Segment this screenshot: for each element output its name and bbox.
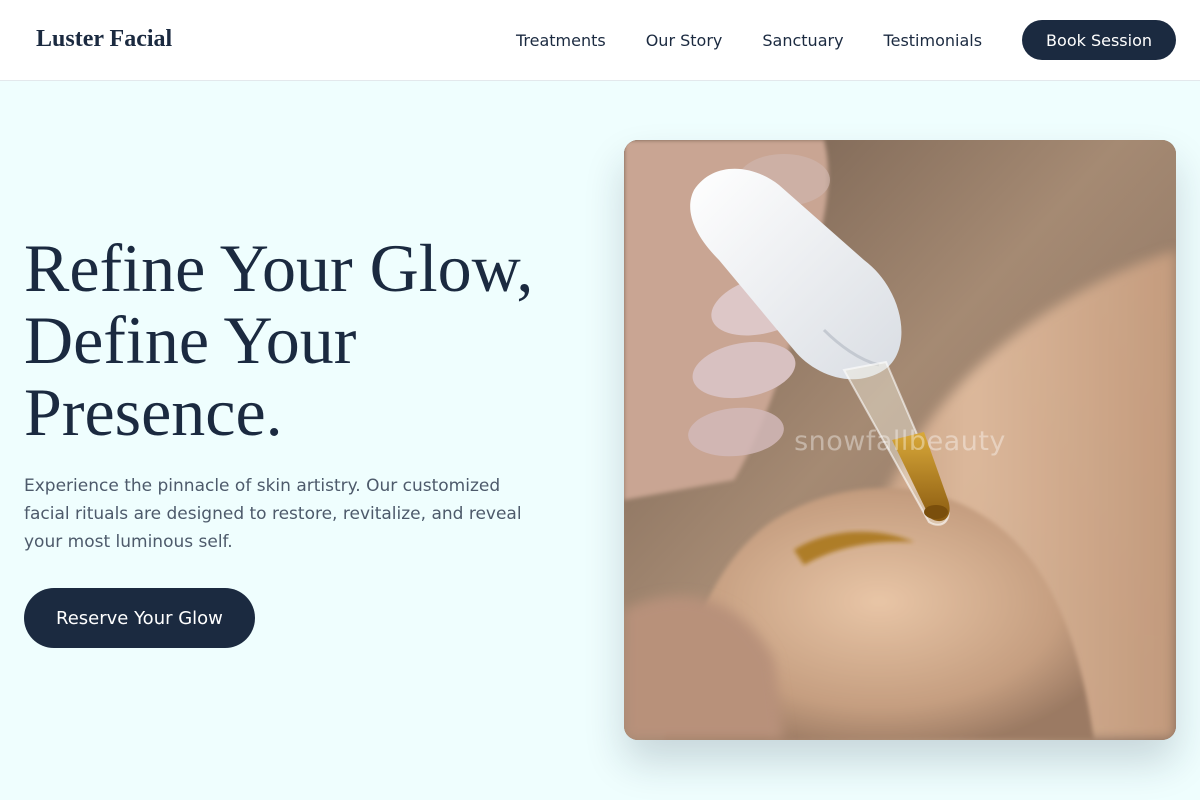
hero-title-line-1: Refine Your Glow, [24, 230, 534, 306]
nav-link-our-story[interactable]: Our Story [646, 31, 723, 50]
image-watermark: snowfallbeauty [794, 426, 1006, 457]
hero-title-line-2: Define Your [24, 302, 357, 378]
nav-link-testimonials[interactable]: Testimonials [884, 31, 983, 50]
brand-logo[interactable]: Luster Facial [36, 26, 172, 53]
nav-link-sanctuary[interactable]: Sanctuary [762, 31, 843, 50]
hero-title: Refine Your Glow, Define Your Presence. [24, 232, 604, 448]
nav-link-treatments[interactable]: Treatments [516, 31, 606, 50]
hero-subtitle: Experience the pinnacle of skin artistry… [24, 476, 522, 552]
main-nav: Treatments Our Story Sanctuary Testimoni… [516, 20, 1176, 60]
reserve-glow-button[interactable]: Reserve Your Glow [24, 588, 255, 648]
hero-image: snowfallbeauty [624, 140, 1176, 740]
book-session-button[interactable]: Book Session [1022, 20, 1176, 60]
site-header: Luster Facial Treatments Our Story Sanct… [0, 0, 1200, 81]
hero-title-line-3: Presence. [24, 374, 283, 450]
